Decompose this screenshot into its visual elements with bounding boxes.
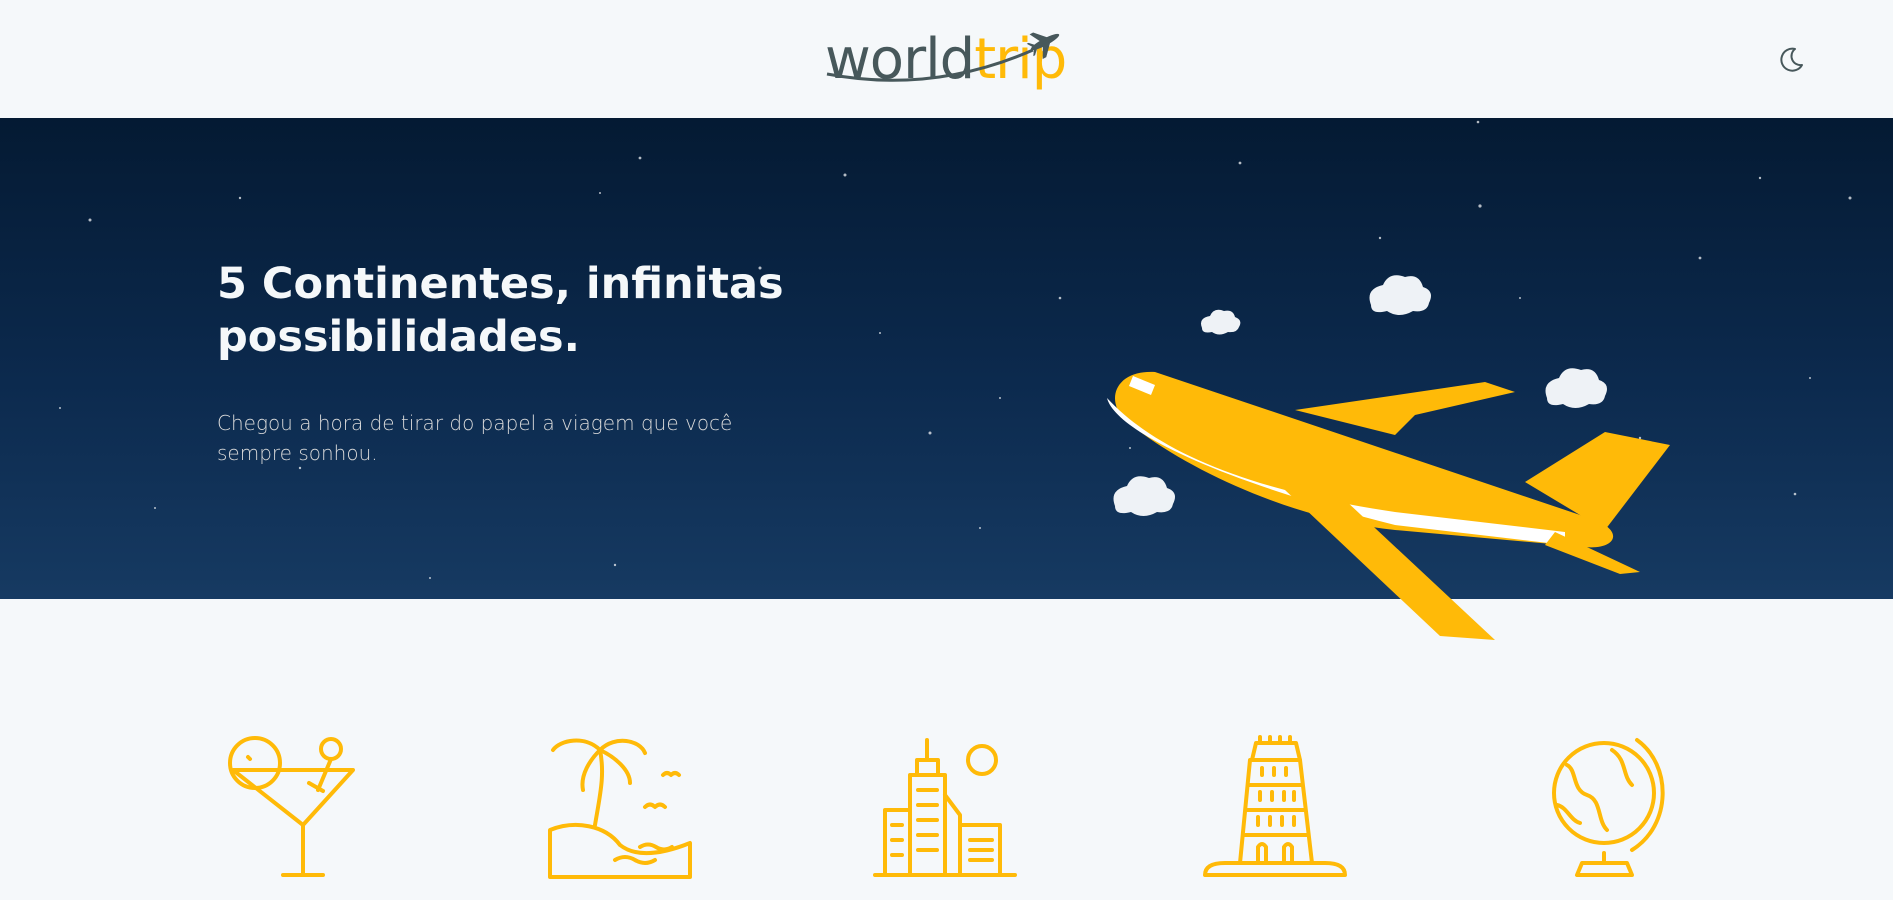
hero-subtitle-line-1: Chegou a hora de tirar do papel a viagem…	[217, 411, 733, 435]
logo-swoosh-plane-icon	[826, 32, 1060, 82]
airplane-illustration	[1107, 275, 1670, 640]
category-beach[interactable]	[545, 735, 695, 880]
hero-subtitle-line-2: sempre sonhou.	[217, 441, 378, 465]
hero-title-line-1: 5 Continentes, infinitas	[217, 259, 784, 309]
hero-subtitle: Chegou a hora de tirar do papel a viagem…	[217, 408, 777, 468]
modern-city-icon	[873, 738, 1017, 877]
globe-icon	[1552, 738, 1665, 877]
category-cocktail[interactable]	[223, 735, 373, 880]
moon-icon	[1780, 47, 1803, 72]
hero-title-line-2: possibilidades.	[217, 312, 580, 362]
worldtrip-logo[interactable]: worldtrip	[823, 24, 1073, 94]
site-header: worldtrip	[0, 0, 1893, 118]
cocktail-icon	[228, 736, 355, 877]
category-classic-building[interactable]	[1200, 735, 1350, 880]
beach-icon	[548, 738, 692, 879]
category-globe[interactable]	[1532, 735, 1682, 880]
category-modern-city[interactable]	[870, 735, 1020, 880]
hero-title: 5 Continentes, infinitas possibilidades.	[217, 258, 817, 364]
theme-toggle-button[interactable]	[1776, 45, 1806, 75]
classic-building-icon	[1203, 735, 1347, 877]
